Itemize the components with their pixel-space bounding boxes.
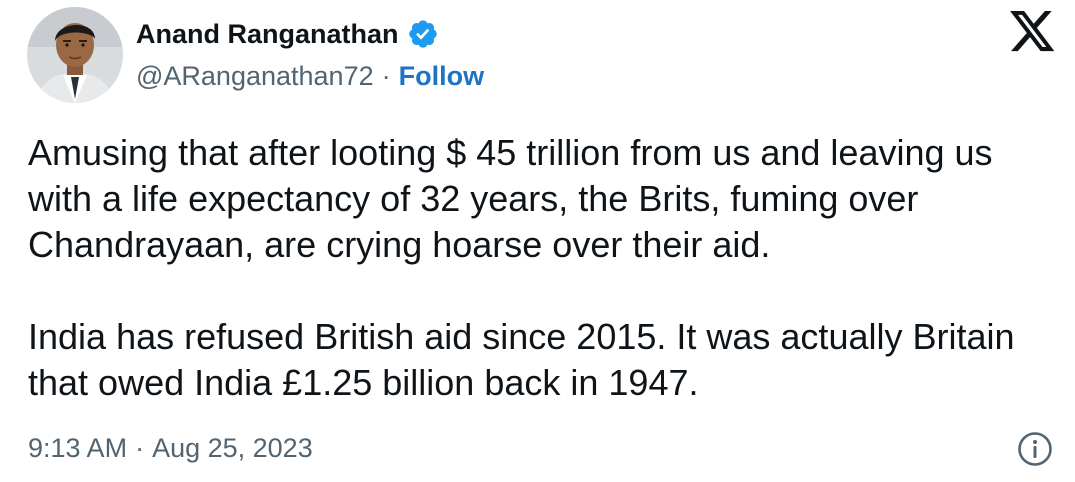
- author-handle-row: @ARanganathan72 · Follow: [136, 58, 484, 94]
- tweet-time[interactable]: 9:13 AM: [28, 428, 127, 468]
- verified-badge-icon: [407, 18, 439, 50]
- tweet-text: Amusing that after looting $ 45 trillion…: [28, 130, 1058, 406]
- tweet-timestamp[interactable]: 9:13 AM · Aug 25, 2023: [28, 428, 313, 468]
- separator-dot: ·: [135, 433, 145, 463]
- x-logo-icon[interactable]: [1010, 11, 1056, 53]
- tweet-paragraph: Amusing that after looting $ 45 trillion…: [28, 132, 993, 265]
- author-name-row: Anand Ranganathan: [136, 14, 439, 54]
- tweet-paragraph: India has refused British aid since 2015…: [28, 316, 1015, 403]
- info-icon[interactable]: [1017, 431, 1053, 467]
- avatar[interactable]: [27, 7, 123, 103]
- author-display-name[interactable]: Anand Ranganathan: [136, 14, 399, 54]
- tweet-card: Anand Ranganathan @ARanganathan72 · Foll…: [0, 0, 1075, 482]
- separator-dot: ·: [381, 61, 391, 91]
- tweet-date[interactable]: Aug 25, 2023: [152, 428, 313, 468]
- author-handle[interactable]: @ARanganathan72: [136, 58, 374, 94]
- follow-button[interactable]: Follow: [399, 58, 484, 94]
- avatar-photo: [27, 7, 123, 103]
